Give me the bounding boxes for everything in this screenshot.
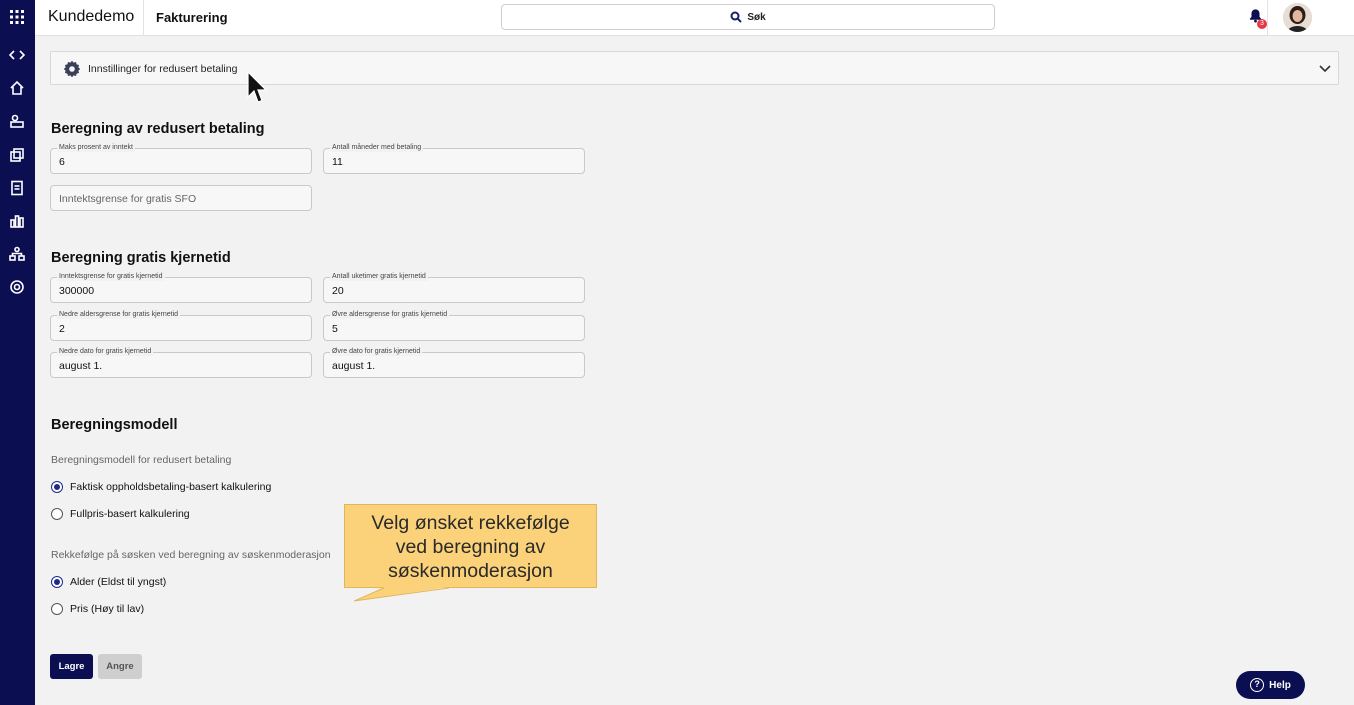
max-percent-field[interactable]: Maks prosent av inntekt 6 [50,143,312,174]
avatar[interactable] [1283,3,1312,32]
field-value: august 1. [332,360,376,372]
radio-label: Fullpris-basert kalkulering [70,508,190,520]
org-icon[interactable] [7,244,27,264]
save-button[interactable]: Lagre [50,654,93,679]
search-input[interactable]: Søk [501,4,995,30]
field-label: Antall måneder med betaling [330,143,424,152]
grid-icon[interactable] [7,7,27,27]
settings-panel-label: Innstillinger for redusert betaling [88,63,238,75]
callout-line: ved beregning av [395,536,546,558]
income-limit-field[interactable]: Inntektsgrense for gratis kjernetid 3000… [50,272,312,303]
divider [143,0,144,36]
field-label: Nedre dato for gratis kjernetid [57,347,154,356]
field-value: 6 [59,156,65,168]
lower-date-field[interactable]: Nedre dato for gratis kjernetid august 1… [50,347,312,378]
radio-button[interactable] [51,603,63,615]
settings-icon[interactable] [7,277,27,297]
radio-label: Faktisk oppholdsbetaling-basert kalkuler… [70,481,272,493]
field-placeholder: Inntektsgrense for gratis SFO [59,193,197,205]
field-label: Inntektsgrense for gratis kjernetid [57,272,165,281]
field-value: 5 [332,323,338,335]
field-label: Antall uketimer gratis kjernetid [330,272,428,281]
radio-button[interactable] [51,508,63,520]
upper-age-field[interactable]: Øvre aldersgrense for gratis kjernetid 5 [323,310,585,341]
section-title-reduced-payment: Beregning av redusert betaling [51,121,265,137]
sfo-income-limit-field[interactable]: Inntektsgrense for gratis SFO [50,185,312,211]
search-label: Søk [747,11,766,23]
callout-line: søskenmoderasjon [388,560,553,582]
radio-label: Alder (Eldst til yngst) [70,576,167,588]
notification-badge: 3 [1257,19,1267,29]
tutorial-callout: Velg ønsket rekkefølge ved beregning av … [344,504,597,588]
upper-date-field[interactable]: Øvre dato for gratis kjernetid august 1. [323,347,585,378]
field-label: Nedre aldersgrense for gratis kjernetid [57,310,181,319]
radio-age-order[interactable]: Alder (Eldst til yngst) [51,576,166,588]
brand-name[interactable]: Kundedemo [48,8,134,26]
field-label: Maks prosent av inntekt [57,143,135,152]
radio-full-price[interactable]: Fullpris-basert kalkulering [51,508,190,520]
users-icon[interactable] [7,111,27,131]
field-value: 2 [59,323,65,335]
model-group-label: Beregningsmodell for redusert betaling [51,454,232,466]
divider [1267,0,1268,36]
section-title-calculation-model: Beregningsmodell [51,417,178,433]
radio-price-order[interactable]: Pris (Høy til lav) [51,603,144,615]
lower-age-field[interactable]: Nedre aldersgrense for gratis kjernetid … [50,310,312,341]
chart-icon[interactable] [7,211,27,231]
months-field[interactable]: Antall måneder med betaling 11 [323,143,585,174]
field-label: Øvre dato for gratis kjernetid [330,347,423,356]
chevron-down-icon[interactable] [1318,61,1332,75]
document-icon[interactable] [7,178,27,198]
section-title-free-core-time: Beregning gratis kjernetid [51,250,231,266]
field-value: 300000 [59,285,95,297]
cancel-button[interactable]: Angre [98,654,142,679]
question-icon: ? [1250,678,1265,692]
module-title: Fakturering [156,10,228,25]
search-icon [730,11,743,23]
radio-button-selected[interactable] [51,576,63,588]
field-value: 11 [332,156,343,168]
order-group-label: Rekkefølge på søsken ved beregning av sø… [51,549,331,561]
field-value: august 1. [59,360,103,372]
callout-tail [354,587,450,602]
sidebar [0,0,35,705]
gear-icon [63,60,81,78]
weekly-hours-field[interactable]: Antall uketimer gratis kjernetid 20 [323,272,585,303]
radio-button-selected[interactable] [51,481,63,493]
topbar: Kundedemo Fakturering Søk [35,0,1354,36]
callout-line: Velg ønsket rekkefølge [371,512,570,534]
field-label: Øvre aldersgrense for gratis kjernetid [330,310,450,319]
coins-icon[interactable] [7,145,27,165]
help-button[interactable]: ? Help [1236,671,1305,699]
radio-label: Pris (Høy til lav) [70,603,145,615]
settings-panel-header[interactable]: Innstillinger for redusert betaling [50,51,1339,85]
home-icon[interactable] [7,78,27,98]
help-label: Help [1269,679,1291,691]
radio-actual-payment[interactable]: Faktisk oppholdsbetaling-basert kalkuler… [51,481,271,493]
mouse-cursor-icon [247,70,269,105]
code-icon[interactable] [7,45,27,65]
field-value: 20 [332,285,344,297]
